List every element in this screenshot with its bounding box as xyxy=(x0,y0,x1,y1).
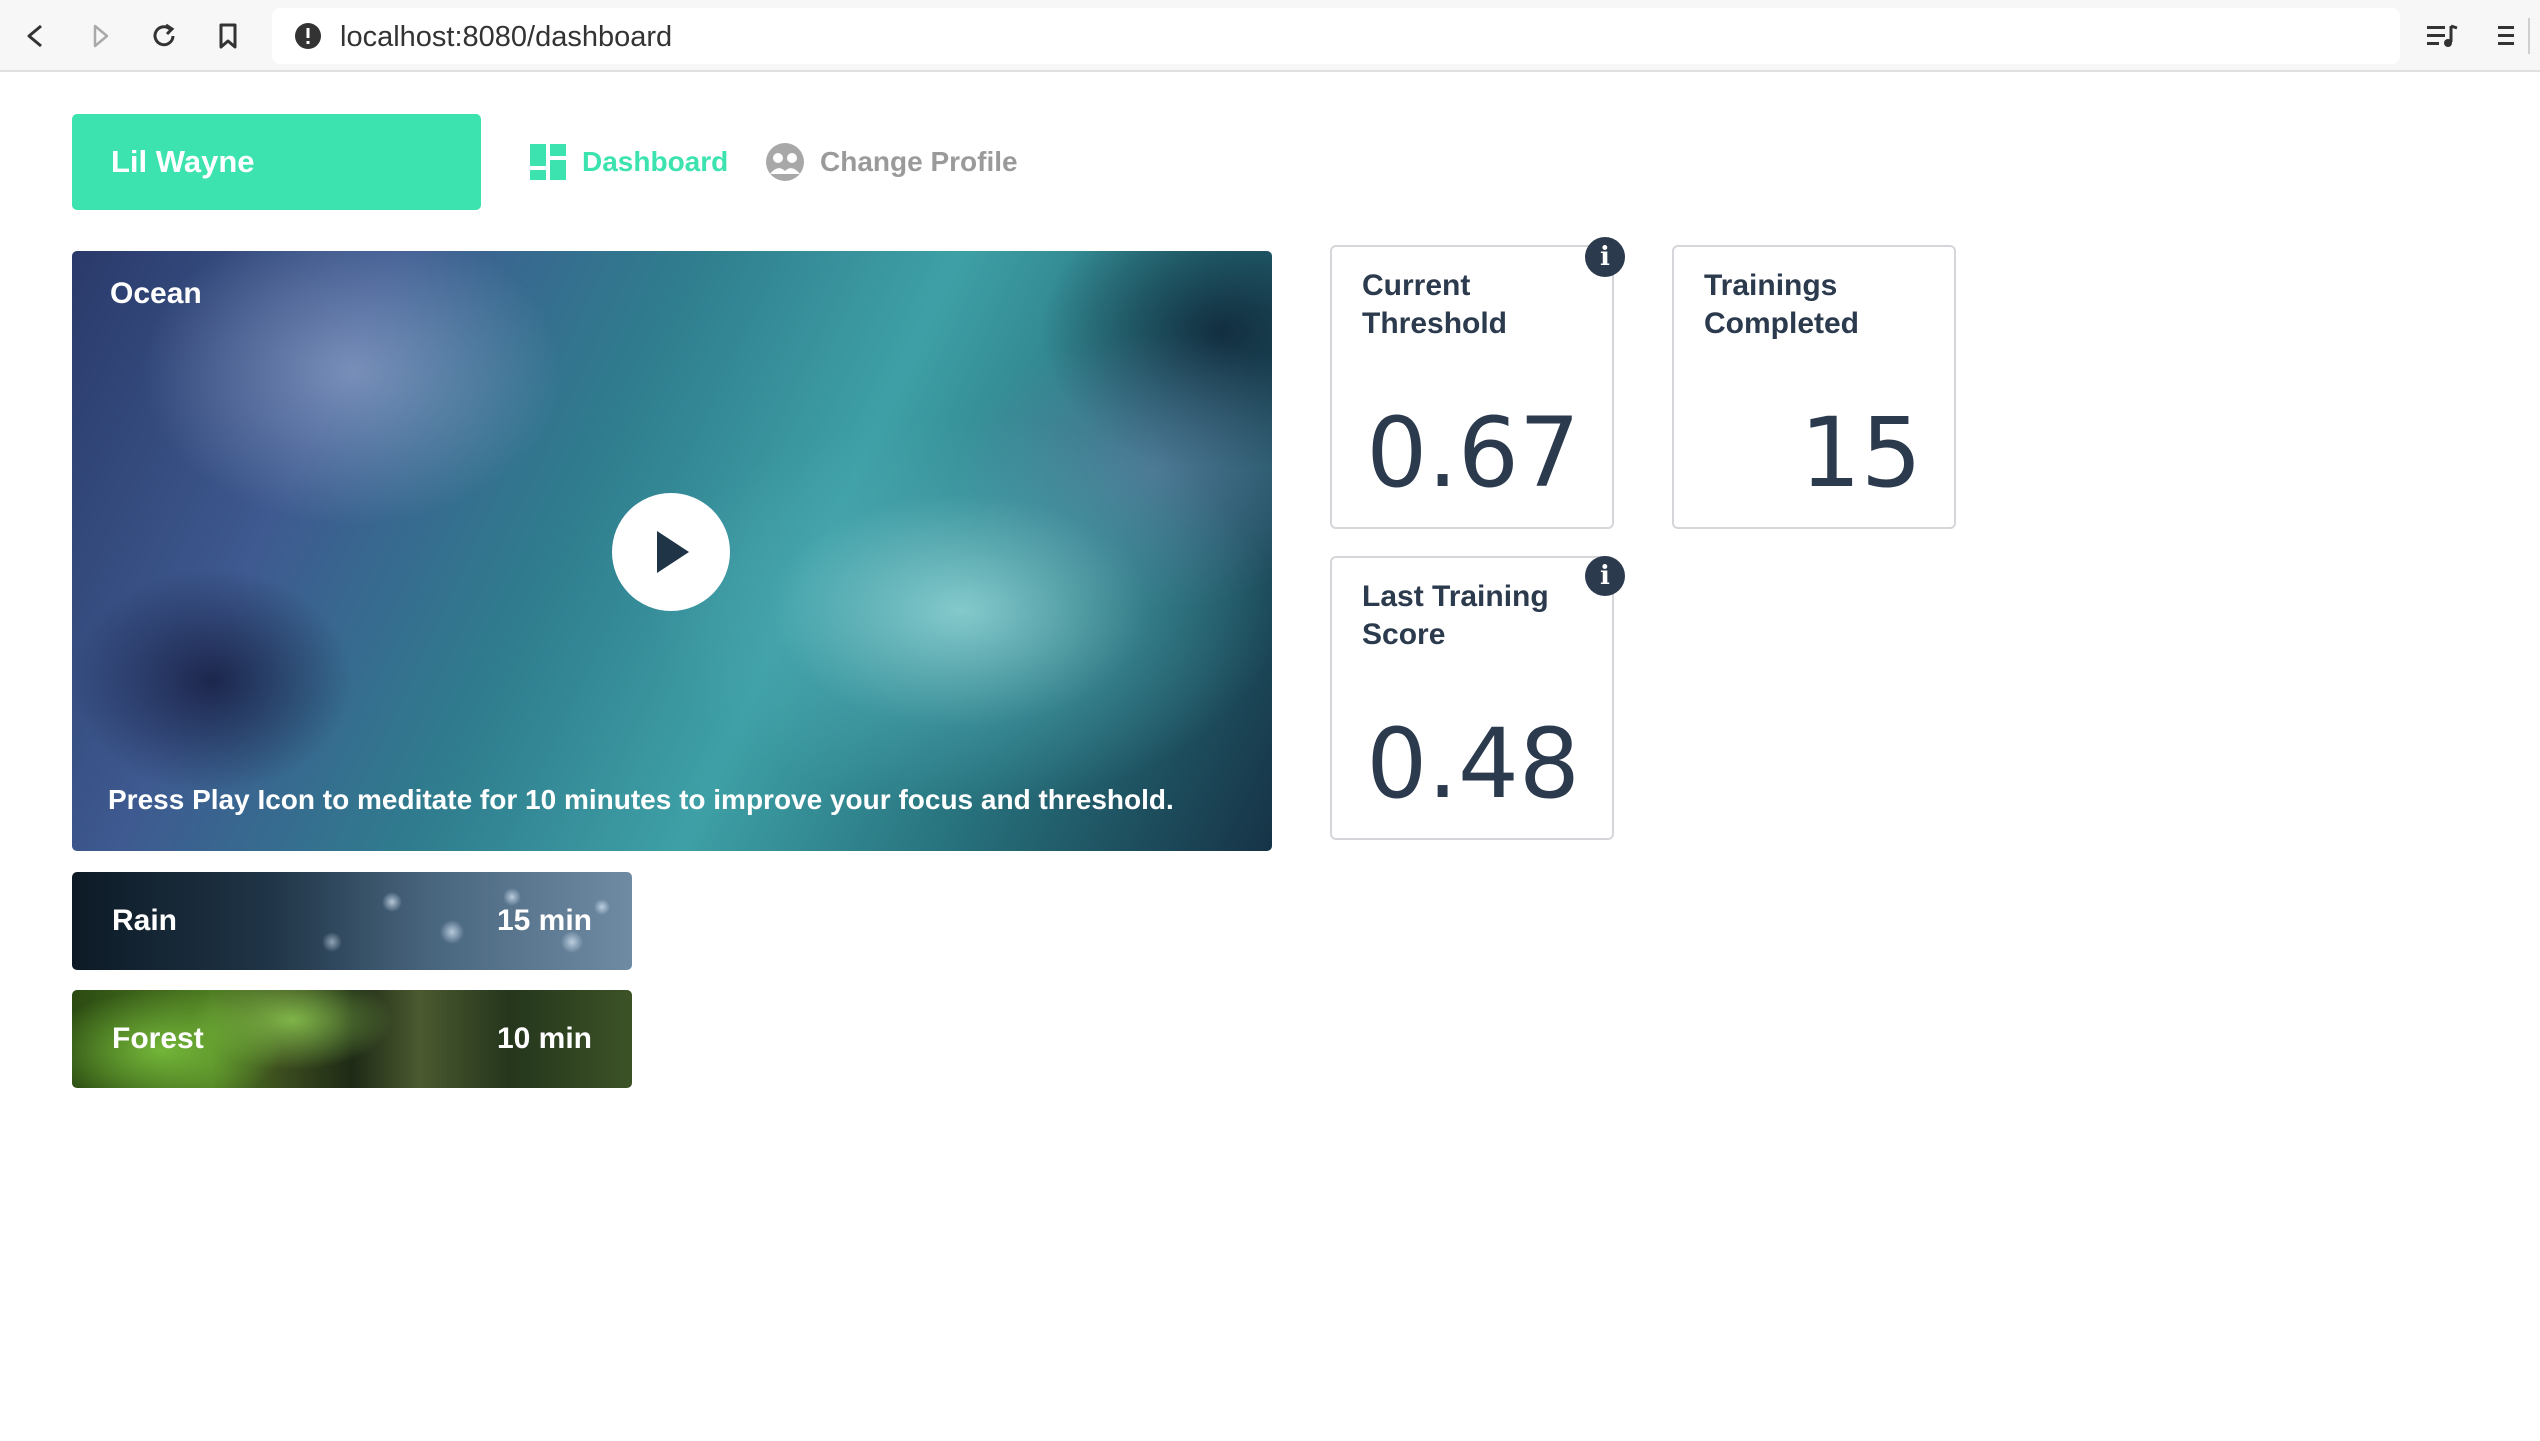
site-info-icon[interactable] xyxy=(294,22,322,50)
info-icon[interactable]: i xyxy=(1585,556,1625,596)
stat-title: Last Training Score xyxy=(1362,580,1549,651)
profile-icon xyxy=(766,143,804,181)
nav-dashboard-label: Dashboard xyxy=(582,146,729,177)
forward-button[interactable] xyxy=(78,14,122,58)
back-button[interactable] xyxy=(14,14,58,58)
track-duration: 15 min xyxy=(496,904,592,937)
nav-change-profile-label: Change Profile xyxy=(820,146,1018,177)
bookmark-icon xyxy=(219,23,237,49)
track-rain[interactable]: Rain 15 min xyxy=(72,872,632,970)
playlist-icon xyxy=(2427,24,2458,47)
player-caption: Press Play Icon to meditate for 10 minut… xyxy=(108,784,1174,815)
url-text[interactable]: localhost:8080/dashboard xyxy=(340,21,672,54)
stat-value: 15 xyxy=(1799,397,1922,509)
player-title: Ocean xyxy=(110,277,202,310)
info-icon[interactable]: i xyxy=(1585,237,1625,277)
track-duration: 10 min xyxy=(496,1022,592,1055)
reload-icon xyxy=(153,23,175,47)
track-name: Rain xyxy=(112,904,178,937)
browser-toolbar: localhost:8080/dashboard xyxy=(0,0,2540,72)
back-arrow-icon xyxy=(27,24,42,48)
play-button[interactable] xyxy=(612,493,730,611)
track-forest[interactable]: Forest 10 min xyxy=(72,990,632,1088)
stat-current-threshold: Current Threshold 0.67 xyxy=(1330,245,1614,529)
user-badge[interactable]: Lil Wayne xyxy=(72,114,481,210)
stat-title: Trainings Completed xyxy=(1704,269,1860,340)
nav-change-profile[interactable]: Change Profile xyxy=(764,138,1018,186)
play-icon xyxy=(657,531,689,573)
stat-title: Current Threshold xyxy=(1362,269,1508,340)
address-bar[interactable]: localhost:8080/dashboard xyxy=(272,8,2530,64)
stat-value: 0.67 xyxy=(1366,397,1580,509)
dashboard-grid-icon xyxy=(530,144,566,180)
hamburger-menu-icon xyxy=(2498,26,2514,45)
bookmark-button[interactable] xyxy=(206,14,250,58)
url-divider xyxy=(2528,18,2530,54)
stat-trainings-completed: Trainings Completed 15 xyxy=(1672,245,1956,529)
menu-button[interactable] xyxy=(2484,14,2528,58)
ocean-player[interactable]: Ocean Press Play Icon to meditate for 10… xyxy=(72,251,1272,851)
nav-dashboard[interactable]: Dashboard xyxy=(528,138,728,186)
user-name: Lil Wayne xyxy=(111,144,255,179)
stat-last-training-score: Last Training Score 0.48 xyxy=(1330,556,1614,840)
media-queue-button[interactable] xyxy=(2420,14,2464,58)
forward-arrow-icon xyxy=(93,24,109,48)
stat-value: 0.48 xyxy=(1366,708,1580,820)
reload-button[interactable] xyxy=(142,14,186,58)
track-name: Forest xyxy=(112,1022,204,1055)
